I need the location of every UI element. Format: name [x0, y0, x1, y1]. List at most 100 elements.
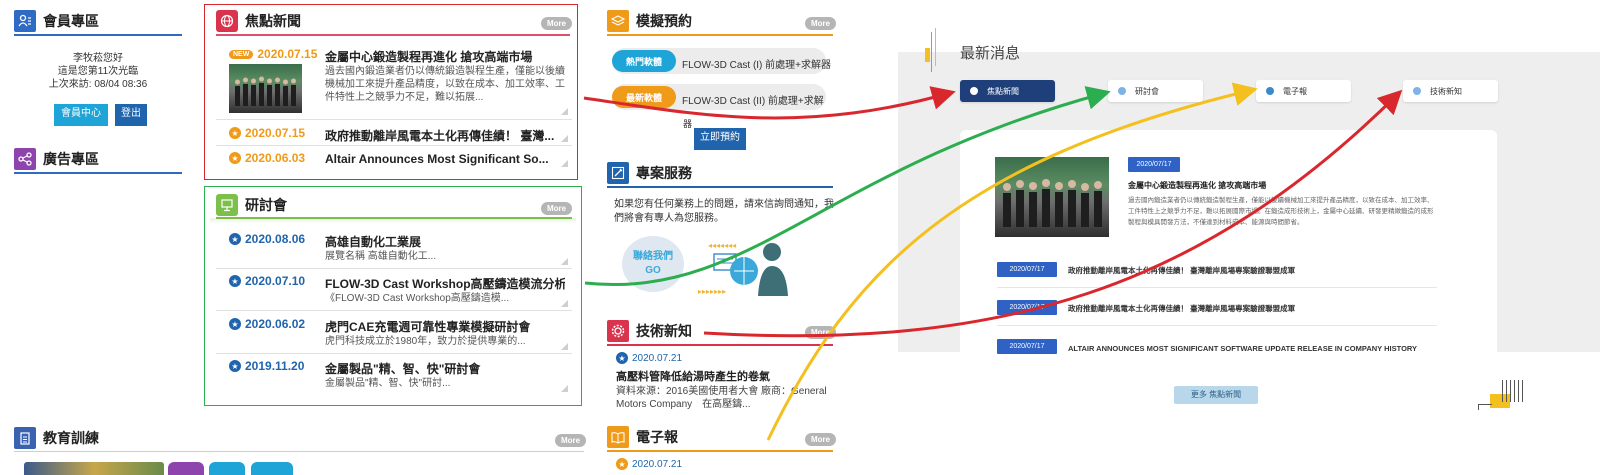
- focus-news-title: 焦點新聞: [245, 13, 301, 29]
- reservation-row-2-text[interactable]: FLOW-3D Cast (II) 前處理+求解: [682, 92, 826, 107]
- focus-news-item-2-date-row: ★ 2020.07.15: [229, 126, 305, 140]
- education-banner-image[interactable]: [24, 462, 164, 475]
- member-center-button[interactable]: 會員中心: [54, 104, 108, 126]
- project-desc: 如果您有任何業務上的問題，請來信詢問通知，我們將會有專人為您服務。: [614, 199, 834, 224]
- seminar-item-2-date: 2020.07.10: [245, 274, 306, 288]
- project-underline: [607, 186, 833, 188]
- tech-headline[interactable]: 高壓料管降低給湯時產生的卷氣: [616, 368, 770, 384]
- education-more-button[interactable]: More: [555, 434, 587, 447]
- reservation-more-button[interactable]: More: [805, 17, 837, 30]
- redesign-tab-label: 焦點新聞: [987, 86, 1019, 96]
- tech-header: 技術新知: [607, 318, 692, 344]
- education-title: 教育訓練: [43, 430, 99, 446]
- enews-date: 2020.07.21: [632, 458, 683, 470]
- new-badge: NEW: [229, 49, 254, 59]
- education-underline: [14, 451, 584, 452]
- hot-software-tag: 熱門軟體: [612, 50, 676, 72]
- focus-news-item-1-date: 2020.07.15: [257, 47, 318, 61]
- resize-handle: [561, 160, 568, 167]
- focus-news-item-3-date: 2020.06.03: [245, 151, 306, 165]
- focus-news-item-1-title[interactable]: 金屬中心鍛造製程再進化 搶攻高端市場: [325, 48, 575, 65]
- star-icon: ★: [229, 275, 241, 287]
- seminar-item-1-date-row: ★ 2020.08.06: [229, 232, 305, 246]
- star-icon: ★: [229, 233, 241, 245]
- redesign-tab-focus-news[interactable]: 焦點新聞: [960, 80, 1055, 102]
- focus-news-more-button[interactable]: More: [541, 17, 573, 30]
- gear-icon: [607, 320, 629, 342]
- focus-news-item-2-title[interactable]: 政府推動離岸風電本土化再傳佳績！ 臺灣...: [325, 127, 565, 144]
- customer-service-illustration: ◂◂◂◂◂◂◂ ▸▸▸▸▸▸▸: [696, 236, 796, 298]
- tech-title: 技術新知: [636, 323, 692, 339]
- new-software-tag: 最新軟體: [612, 86, 676, 108]
- redesign-list-1-title[interactable]: 政府推動離岸風電本土化再傳佳績！ 臺灣離岸風場專案驗證聯盟成軍: [1068, 265, 1295, 276]
- seminar-item-3-title[interactable]: 虎門CAE充電週可靠性專業模擬研討會: [325, 318, 565, 335]
- redesign-tab-seminar[interactable]: 研討會: [1108, 80, 1203, 102]
- redesign-tab-enews[interactable]: 電子報: [1256, 80, 1351, 102]
- deco-line: [935, 28, 936, 66]
- seminar-underline: [216, 217, 572, 219]
- seminar-item-4-desc: 金屬製品"精、智、快"研討...: [325, 378, 451, 389]
- focus-news-item-1-thumbnail[interactable]: [229, 64, 302, 113]
- divider: [216, 353, 572, 354]
- seminar-item-1-date: 2020.08.06: [245, 232, 306, 246]
- logout-button[interactable]: 登出: [115, 104, 147, 126]
- seminar-item-2-title[interactable]: FLOW-3D Cast Workshop高壓鑄造模流分析...: [325, 275, 565, 292]
- star-icon: ★: [229, 152, 241, 164]
- star-icon: ★: [616, 352, 628, 364]
- tab-dot-icon: [970, 87, 978, 95]
- presentation-icon: [216, 194, 238, 216]
- member-title: 會員專區: [43, 13, 99, 29]
- enews-more-button[interactable]: More: [805, 433, 837, 446]
- redesign-list-1-date: 2020/07/17: [997, 262, 1057, 277]
- seminar-item-2-date-row: ★ 2020.07.10: [229, 274, 305, 288]
- reservation-row-1-text[interactable]: FLOW-3D Cast (I) 前處理+求解器: [682, 56, 831, 71]
- redesign-more-button[interactable]: 更多 焦點新聞: [1174, 386, 1258, 404]
- tech-underline: [607, 344, 833, 346]
- member-info: 李牧菘您好 這是您第11次光臨 上次來訪: 08/04 08:36: [14, 52, 182, 91]
- resize-handle: [561, 135, 568, 142]
- education-tab-1[interactable]: [168, 462, 204, 475]
- redesign-feature-title[interactable]: 金屬中心鍛造製程再進化 搶攻高端市場: [1128, 180, 1266, 191]
- redesign-feature-date: 2020/07/17: [1128, 157, 1180, 172]
- redesign-tab-label: 電子報: [1283, 86, 1307, 96]
- tech-more-button[interactable]: More: [805, 326, 837, 339]
- reservation-title: 模擬預約: [636, 13, 692, 29]
- resize-handle: [561, 343, 568, 350]
- enews-title: 電子報: [636, 429, 678, 445]
- resize-handle: [561, 108, 568, 115]
- member-underline: [14, 34, 182, 36]
- tab-dot-icon: [1413, 87, 1421, 95]
- education-tab-2[interactable]: [209, 462, 245, 475]
- redesign-list-2-title[interactable]: 政府推動離岸風電本土化再傳佳績！ 臺灣離岸風場專案驗證聯盟成軍: [1068, 303, 1295, 314]
- focus-news-underline: [216, 34, 570, 36]
- focus-news-item-3-date-row: ★ 2020.06.03: [229, 151, 305, 165]
- globe-icon: [216, 10, 238, 32]
- enews-underline: [607, 450, 833, 452]
- seminar-item-1-title[interactable]: 高雄自動化工業展: [325, 233, 565, 250]
- ads-underline: [14, 172, 182, 174]
- seminar-item-1-desc: 展覽名稱 高雄自動化工...: [325, 251, 437, 262]
- seminar-more-button[interactable]: More: [541, 202, 573, 215]
- contact-us-button[interactable]: 聯絡我們 GO: [622, 236, 684, 292]
- deco-bar: [925, 48, 930, 62]
- redesign-feature-thumbnail[interactable]: [995, 157, 1109, 237]
- focus-news-item-2-date: 2020.07.15: [245, 126, 306, 140]
- redesign-title: 最新消息: [960, 45, 1021, 62]
- redesign-tab-tech[interactable]: 技術新知: [1403, 80, 1498, 102]
- reservation-header: 模擬預約: [607, 8, 692, 34]
- star-icon: ★: [229, 318, 241, 330]
- resize-handle: [561, 385, 568, 392]
- divider: [216, 268, 572, 269]
- deco-lines: [1502, 380, 1526, 402]
- book-now-button[interactable]: 立即預約: [694, 128, 746, 150]
- seminar-item-3-desc: 虎門科技成立於1980年，致力於提供專業的...: [325, 336, 526, 347]
- contact-us-label: 聯絡我們 GO: [633, 251, 673, 276]
- redesign-list-3-title[interactable]: ALTAIR ANNOUNCES MOST SIGNIFICANT SOFTWA…: [1068, 344, 1417, 353]
- ads-title: 廣告專區: [43, 151, 99, 167]
- seminar-item-4-title[interactable]: 金屬製品"精、智、快"研討會: [325, 360, 565, 377]
- focus-news-item-3-title[interactable]: Altair Announces Most Significant So...: [325, 152, 565, 166]
- reservation-underline: [607, 34, 833, 36]
- project-title: 專案服務: [636, 165, 692, 181]
- education-tab-3[interactable]: [251, 462, 293, 475]
- tech-date-row: ★ 2020.07.21: [616, 352, 682, 364]
